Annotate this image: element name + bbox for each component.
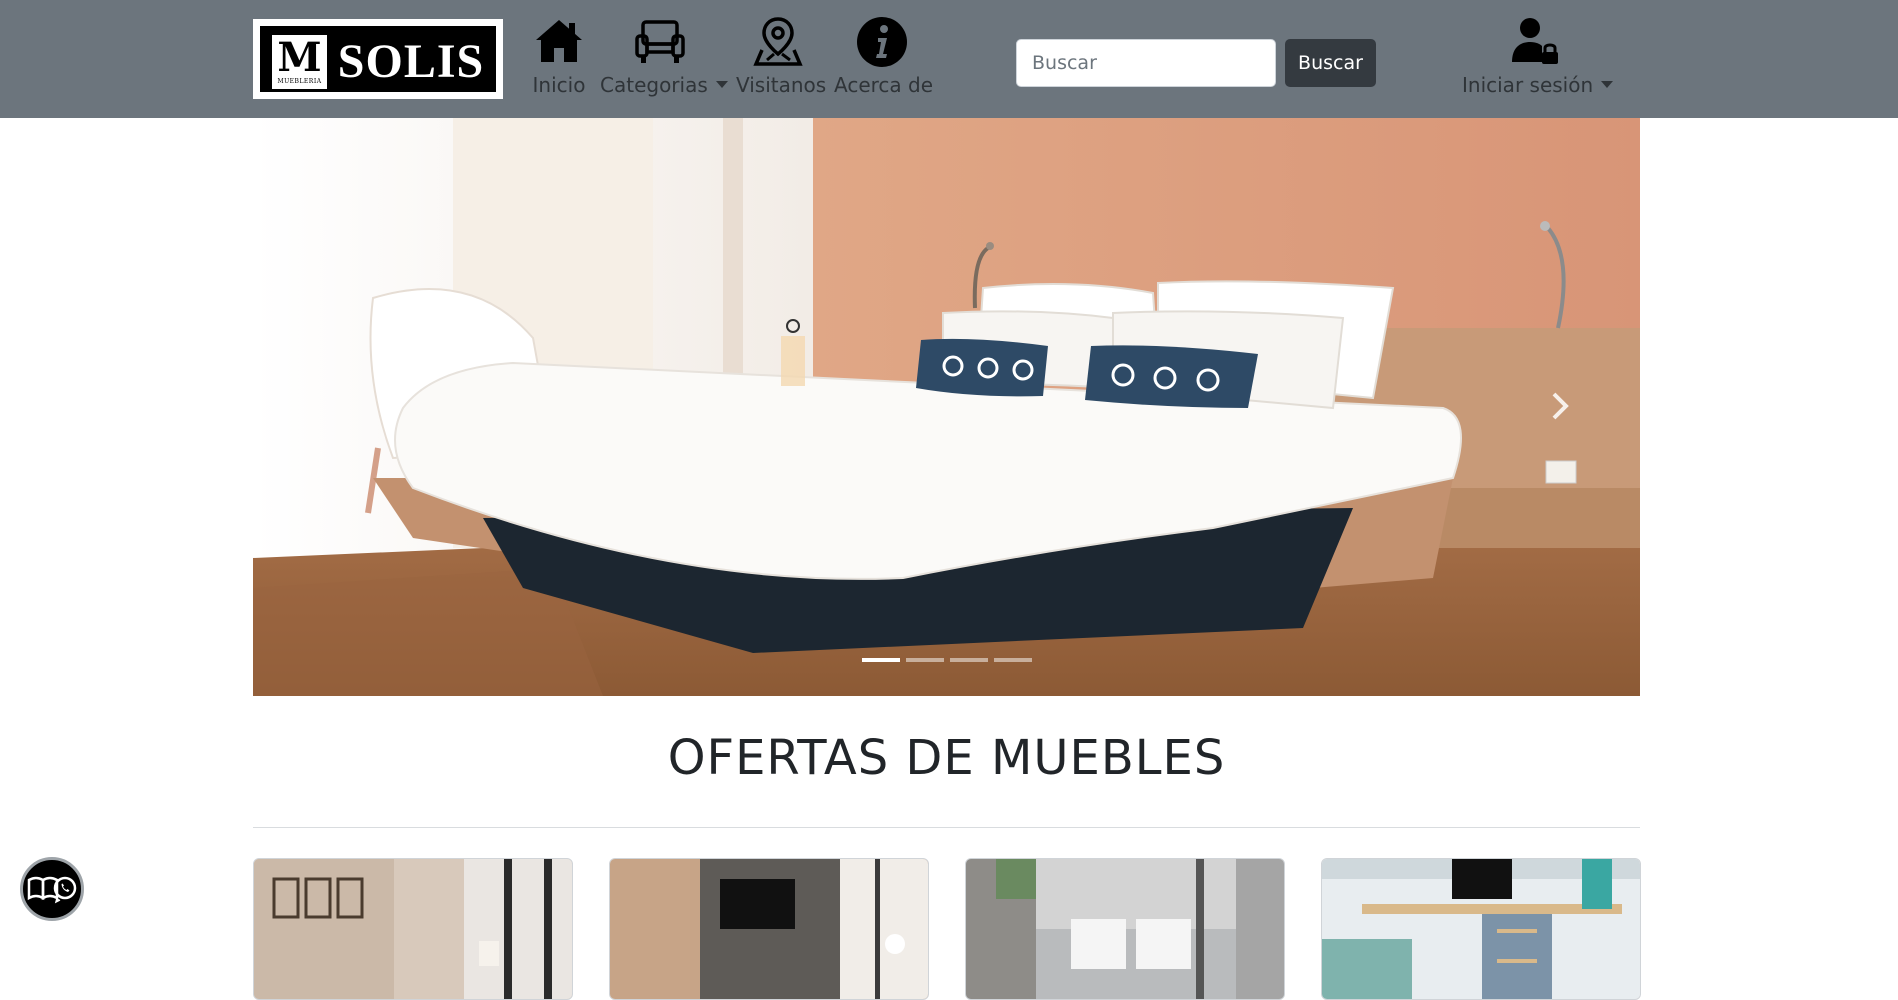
- nav-visitanos[interactable]: Visitanos: [736, 16, 827, 100]
- product-card-1[interactable]: [253, 858, 573, 1000]
- nav-inicio[interactable]: Inicio: [532, 16, 586, 100]
- carousel-indicator-4[interactable]: [993, 658, 1032, 662]
- section-title: OFERTAS DE MUEBLES: [667, 730, 1226, 786]
- carousel-indicators: [253, 658, 1640, 664]
- sofa-icon: [635, 20, 685, 63]
- logo-frame: M MUEBLERIA SOLIS: [260, 26, 496, 92]
- product-card-3[interactable]: [965, 858, 1285, 1000]
- logo-letter: M: [277, 34, 322, 81]
- living-room-photo: [254, 859, 572, 999]
- nav-login-dropdown[interactable]: Iniciar sesión: [1462, 16, 1614, 100]
- user-lock-icon: [1512, 18, 1558, 64]
- search-input[interactable]: [1016, 39, 1276, 87]
- map-location-icon: [753, 17, 803, 66]
- nav-categorias-label: Categorias: [600, 73, 728, 97]
- nav-login-text: Iniciar sesión: [1462, 73, 1594, 97]
- nav-acerca[interactable]: Acerca de: [834, 16, 934, 100]
- whatsapp-icon: [53, 876, 77, 904]
- logo-subtext: MUEBLERIA: [277, 78, 322, 85]
- info-icon: [857, 17, 907, 67]
- logo-name: SOLIS: [337, 35, 485, 88]
- desk-photo: [1322, 859, 1640, 999]
- hero-carousel: [253, 118, 1640, 696]
- nav-categorias-dropdown[interactable]: Categorias: [600, 16, 728, 100]
- home-icon: [536, 20, 582, 62]
- chevron-down-icon: [1601, 81, 1614, 88]
- section-divider: [253, 827, 1640, 828]
- tv-room-photo: [610, 859, 928, 999]
- navbar: M MUEBLERIA SOLIS Inicio Categorias Visi…: [0, 0, 1898, 118]
- bedroom-photo: [966, 859, 1284, 999]
- bedroom-slide-image: [253, 118, 1640, 696]
- carousel-next-button[interactable]: [1540, 386, 1580, 426]
- carousel-indicator-1[interactable]: [861, 658, 900, 662]
- nav-inicio-label: Inicio: [532, 73, 586, 97]
- nav-visitanos-label: Visitanos: [736, 73, 827, 97]
- nav-categorias-text: Categorias: [600, 73, 708, 97]
- carousel-indicator-3[interactable]: [949, 658, 988, 662]
- product-card-4[interactable]: [1321, 858, 1641, 1000]
- catalog-whatsapp-button[interactable]: [20, 857, 84, 921]
- chevron-down-icon: [715, 81, 728, 88]
- logo-monogram: M MUEBLERIA: [272, 35, 327, 89]
- brand-logo[interactable]: M MUEBLERIA SOLIS: [253, 19, 503, 99]
- nav-login-label: Iniciar sesión: [1462, 73, 1614, 97]
- product-card-2[interactable]: [609, 858, 929, 1000]
- carousel-indicator-2[interactable]: [905, 658, 944, 662]
- nav-acerca-label: Acerca de: [834, 73, 934, 97]
- search-button[interactable]: Buscar: [1285, 39, 1376, 87]
- chevron-right-icon: [1552, 392, 1569, 420]
